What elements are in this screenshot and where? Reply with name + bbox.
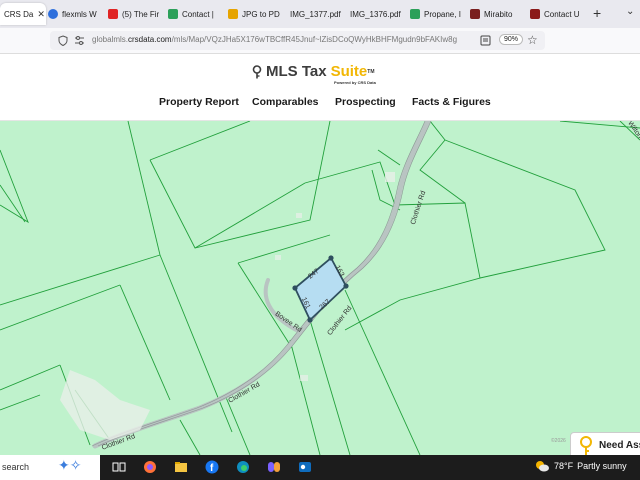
need-assistance-label: Need Ass xyxy=(599,440,640,451)
url-text[interactable]: globalmls.crsdata.com/mls/Map/VQzJHa5X17… xyxy=(92,35,472,44)
site-header: MLS Tax Suite TM Powered by CRS Data Pro… xyxy=(0,54,640,121)
url-prefix: globalmls. xyxy=(92,35,129,44)
location-pin-icon xyxy=(580,436,592,455)
task-view-icon[interactable] xyxy=(112,460,126,474)
tab-label: Propane, I xyxy=(424,9,461,19)
parcel-map[interactable]: 247 163 267 161 Clothier Rd Clothier Rd … xyxy=(0,121,640,455)
tab-img-1376[interactable]: IMG_1376.pdf xyxy=(350,3,406,25)
bookmark-star-icon[interactable]: ☆ xyxy=(527,33,538,47)
tab-label: Contact U xyxy=(544,9,580,19)
road-label: Clothier Rd xyxy=(326,305,353,337)
nav-comparables[interactable]: Comparables xyxy=(252,96,319,108)
logo-subtitle: Powered by CRS Data xyxy=(334,80,376,85)
tab-propane[interactable]: Propane, I xyxy=(410,3,464,25)
location-pin-icon xyxy=(252,64,262,78)
zoom-level[interactable]: 90% xyxy=(499,34,524,45)
tab-contact-us[interactable]: Contact U xyxy=(530,3,582,25)
reader-view-icon[interactable] xyxy=(480,35,491,46)
map-copyright: ©2026 xyxy=(551,438,566,444)
weather-temperature: 78°F xyxy=(554,461,574,471)
facebook-icon[interactable]: f xyxy=(205,460,219,474)
tab-mirabito[interactable]: Mirabito xyxy=(470,3,520,25)
road-label: Bovee Rd xyxy=(274,310,303,333)
tab-img-1377[interactable]: IMG_1377.pdf xyxy=(290,3,346,25)
logo-text: MLS Tax xyxy=(266,63,327,80)
tab-bar: CRS Da ✕ flexmls W (5) The Fir Contact |… xyxy=(0,0,640,28)
tab-label: Mirabito xyxy=(484,9,513,19)
taskbar-search[interactable]: search ✦✧ xyxy=(0,455,100,480)
file-explorer-icon[interactable] xyxy=(174,460,188,474)
navigation-bar: globalmls.crsdata.com/mls/Map/VQzJHa5X17… xyxy=(0,28,640,54)
road-label: Clothier Rd xyxy=(410,190,428,226)
mls-tax-suite-logo[interactable]: MLS Tax Suite TM xyxy=(252,63,375,80)
permissions-icon[interactable] xyxy=(74,36,85,45)
weather-widget[interactable]: 78°F Partly sunny xyxy=(534,459,627,473)
address-bar[interactable]: globalmls.crsdata.com/mls/Map/VQzJHa5X17… xyxy=(50,31,545,50)
tab-label: JPG to PD xyxy=(242,9,280,19)
new-tab-button[interactable]: + xyxy=(593,5,601,21)
tab-label: (5) The Fir xyxy=(122,9,160,19)
logo-trademark: TM xyxy=(367,68,375,75)
site-icon xyxy=(168,9,178,19)
roads xyxy=(92,121,431,449)
tab-label: CRS Da xyxy=(4,9,34,19)
copilot-icon[interactable] xyxy=(267,460,281,474)
close-icon[interactable]: ✕ xyxy=(37,9,45,20)
search-label: search xyxy=(2,462,30,472)
logo-accent: Suite xyxy=(330,63,368,80)
site-icon xyxy=(470,9,480,19)
outlook-icon[interactable] xyxy=(298,460,312,474)
nav-property-report[interactable]: Property Report xyxy=(159,96,239,108)
site-icon xyxy=(410,9,420,19)
tab-label: flexmls W xyxy=(62,9,97,19)
clothier-road xyxy=(92,121,431,449)
site-icon xyxy=(228,9,238,19)
tab-crs-data[interactable]: CRS Da ✕ xyxy=(0,3,46,25)
youtube-icon xyxy=(108,9,118,19)
tab-flexmls[interactable]: flexmls W xyxy=(48,3,100,25)
firefox-icon[interactable] xyxy=(143,460,157,474)
search-highlight-icon: ✦✧ xyxy=(58,457,82,473)
tab-contact[interactable]: Contact | xyxy=(168,3,222,25)
edge-icon[interactable] xyxy=(236,460,250,474)
tab-label: Contact | xyxy=(182,9,214,19)
tab-label: IMG_1377.pdf xyxy=(290,9,341,19)
tab-jpg-to-pdf[interactable]: JPG to PD xyxy=(228,3,282,25)
nav-facts-figures[interactable]: Facts & Figures xyxy=(412,96,491,108)
flexmls-icon xyxy=(48,9,58,19)
url-domain: crsdata.com xyxy=(128,35,172,44)
site-icon xyxy=(530,9,540,19)
shield-icon[interactable] xyxy=(58,35,68,46)
url-path: /mls/Map/VQzJHa5X176wTBCffR45Jnuf~lZisDC… xyxy=(171,35,458,44)
partly-sunny-icon xyxy=(536,461,549,472)
tab-list-button[interactable]: ⌄ xyxy=(626,6,634,17)
tab-youtube[interactable]: (5) The Fir xyxy=(108,3,162,25)
taskbar: search ✦✧ f 78°F Partly sunny xyxy=(0,455,640,480)
map-canvas[interactable]: 247 163 267 161 Clothier Rd Clothier Rd … xyxy=(0,121,640,455)
road-edges xyxy=(91,121,432,447)
weather-description: Partly sunny xyxy=(577,461,627,471)
road-label: Wilton xyxy=(626,121,640,140)
tab-label: IMG_1376.pdf xyxy=(350,9,401,19)
nav-prospecting[interactable]: Prospecting xyxy=(335,96,396,108)
